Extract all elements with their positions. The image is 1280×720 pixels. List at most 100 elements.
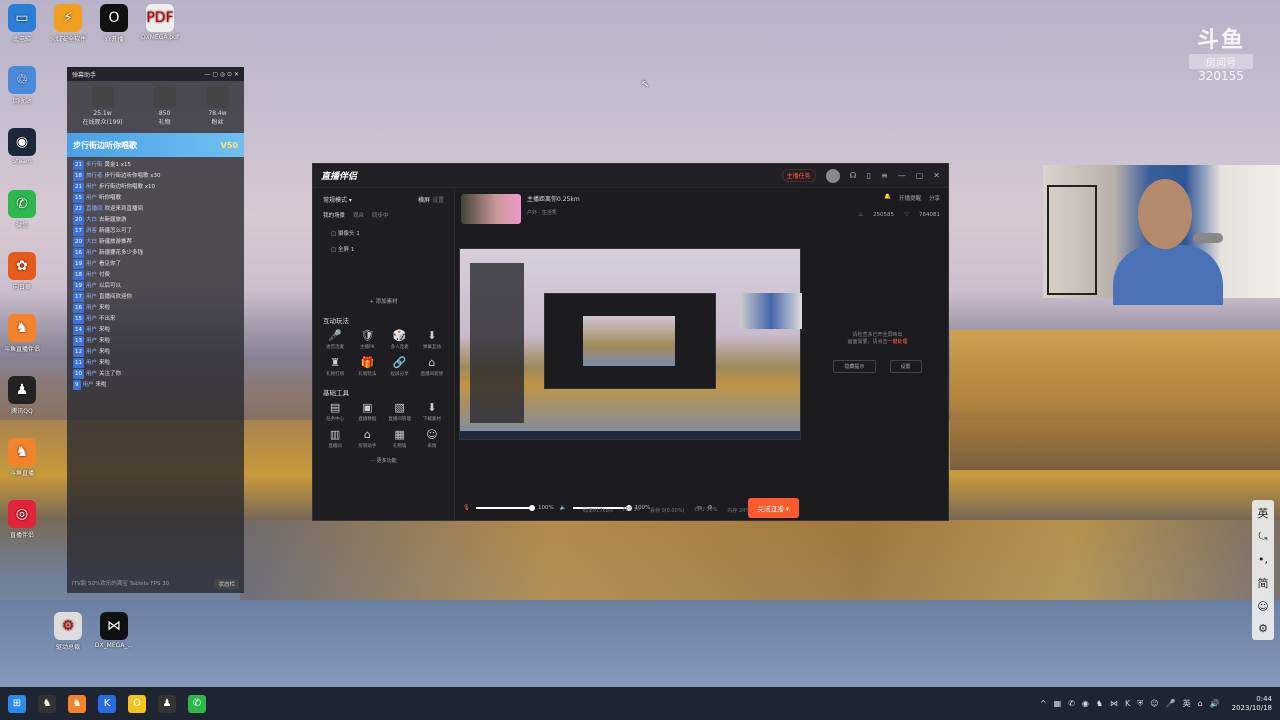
chat-username[interactable]: 直播间	[86, 206, 103, 212]
chat-message[interactable]: 19 用户 以后可以	[67, 280, 244, 291]
tool-button[interactable]: ☺ 表情	[416, 428, 448, 449]
chat-username[interactable]: 用户	[86, 305, 97, 311]
tray-icon[interactable]: ⋈	[1110, 699, 1118, 708]
chat-username[interactable]: 用户	[86, 338, 97, 344]
chat-message[interactable]: 11 用户 来啦	[67, 357, 244, 368]
chat-window-controls[interactable]: — ▢ ◎ ⊙ ✕	[204, 71, 239, 78]
scene-item[interactable]: ▢ 摄像头 1	[313, 225, 454, 241]
desktop-icon[interactable]: ♞ 斗鱼直播	[0, 438, 44, 477]
chat-message-list[interactable]: 21 步行街 黄金1 x15 18 旅行者 步行街边听你唱歌 x30 21 用户 步行街边听你唱…	[67, 159, 244, 390]
danmaku-chat-panel[interactable]: 弹幕助手 — ▢ ◎ ⊙ ✕ 25.1w 在线观众(199) 850 礼物 78.4w 粉…	[67, 67, 244, 593]
tool-button[interactable]: ▦ 礼物墙	[384, 428, 416, 449]
chat-username[interactable]: 用户	[86, 184, 97, 190]
tray-icon[interactable]: 英	[1183, 698, 1191, 709]
chat-message[interactable]: 16 用户 来啦	[67, 302, 244, 313]
chat-message[interactable]: 18 用户 付费	[67, 269, 244, 280]
app-titlebar[interactable]: 直播伴侣 主播任务 ☊ ▯ ≡ — ▢ ✕	[313, 164, 948, 188]
tool-button[interactable]: 🔗 投屏分享	[384, 356, 416, 377]
tool-button[interactable]: 🎤 语音连麦	[319, 329, 351, 350]
chat-username[interactable]: 用户	[86, 360, 97, 366]
tool-button[interactable]: ▤ 任务中心	[319, 401, 351, 422]
tray-icon[interactable]: ♞	[1096, 699, 1103, 708]
chat-message[interactable]: 19 用户 看见你了	[67, 258, 244, 269]
headset-icon[interactable]: ☊	[850, 171, 857, 180]
tool-button[interactable]: ▥ 直播间	[319, 428, 351, 449]
chat-username[interactable]: 用户	[86, 250, 97, 256]
tray-icon[interactable]: 🔊	[1210, 699, 1220, 708]
chat-message[interactable]: 21 步行街 黄金1 x15	[67, 159, 244, 170]
minimize-icon[interactable]: —	[898, 171, 906, 180]
speaker-icon[interactable]: 🔈	[560, 505, 567, 511]
chat-message[interactable]: 17 用户 直播间欢迎你	[67, 291, 244, 302]
chat-username[interactable]: 用户	[86, 283, 97, 289]
chat-username[interactable]: 旅行者	[86, 173, 103, 179]
chat-username[interactable]: 用户	[86, 195, 97, 201]
tray-icon[interactable]: ⌂	[1198, 699, 1203, 708]
notification-icon[interactable]: ▯	[867, 171, 871, 180]
taskbar-app-icon[interactable]: ♞	[38, 694, 56, 713]
chat-message[interactable]: 17 游客 新疆怎么可了	[67, 225, 244, 236]
desktop-icon[interactable]: ✆ 微信	[0, 190, 44, 229]
chat-message[interactable]: 16 用户 新疆要花多少多钱	[67, 247, 244, 258]
chat-username[interactable]: 用户	[86, 261, 97, 267]
tool-button[interactable]: 🎲 多人连麦	[384, 329, 416, 350]
ime-button[interactable]: •,	[1258, 553, 1268, 566]
tool-button[interactable]: ▣ 直播数据	[351, 401, 383, 422]
chat-message[interactable]: 20 大白 去新疆旅游	[67, 214, 244, 225]
tray-icon[interactable]: ▦	[1054, 699, 1062, 708]
ime-button[interactable]: ⤿	[1258, 530, 1267, 544]
taskbar-app-icon[interactable]: ♟	[158, 694, 176, 713]
tray-icon[interactable]: ◉	[1082, 699, 1089, 708]
chat-message[interactable]: 21 用户 步行街边听你唱歌 x10	[67, 181, 244, 192]
tool-button[interactable]: 🛡 主播PK	[351, 329, 383, 350]
hint-link[interactable]: 一键处理	[888, 339, 908, 345]
taskbar-app-icon[interactable]: O	[128, 694, 146, 713]
chat-titlebar[interactable]: 弹幕助手 — ▢ ◎ ⊙ ✕	[67, 67, 244, 81]
taskbar-app-icon[interactable]: K	[98, 694, 116, 713]
tool-button[interactable]: ⌂ 直播间装修	[416, 356, 448, 377]
chat-username[interactable]: 用户	[86, 349, 97, 355]
desktop-icon[interactable]: ◉ Steam	[0, 128, 44, 165]
chat-message[interactable]: 22 直播间 欢迎来到直播间	[67, 203, 244, 214]
desktop-icon[interactable]: ◎ 直播伴侣	[0, 500, 44, 539]
bell-icon[interactable]: 🔔	[884, 194, 891, 202]
stream-preview[interactable]	[459, 248, 802, 440]
maximize-icon[interactable]: ▢	[916, 171, 924, 180]
live-companion-window[interactable]: 直播伴侣 主播任务 ☊ ▯ ≡ — ▢ ✕ 常规模式 ▾ 横屏 设置 我的场景观…	[312, 163, 949, 521]
chat-message[interactable]: 15 用户 听你唱歌	[67, 192, 244, 203]
streamer-task-button[interactable]: 主播任务	[781, 169, 816, 182]
add-source-button[interactable]: + 添加素材	[313, 297, 454, 305]
desktop-icon[interactable]: ⋈ DX_MEGA_...	[92, 612, 136, 649]
menu-icon[interactable]: ≡	[881, 171, 888, 180]
chat-username[interactable]: 大白	[86, 239, 97, 245]
chat-username[interactable]: 用户	[83, 382, 94, 388]
desktop-icon[interactable]: PDF DXMEGA.pdf	[138, 4, 182, 41]
chat-username[interactable]: 用户	[86, 294, 97, 300]
close-icon[interactable]: ✕	[933, 171, 940, 180]
desktop-icon[interactable]: O YY开播	[92, 4, 136, 43]
mode-settings[interactable]: 设置	[432, 197, 444, 204]
hide-hint-button[interactable]: 隐藏提示	[833, 360, 876, 373]
ime-toolbar[interactable]: 英 ⤿ •, 简 ☺ ⚙	[1252, 500, 1274, 640]
ime-button[interactable]: ☺	[1257, 600, 1268, 613]
desktop-icon[interactable]: ▭ 此电脑	[0, 4, 44, 43]
chat-message[interactable]: 14 用户 来啦	[67, 324, 244, 335]
tool-button[interactable]: ⬇ 下载素材	[416, 401, 448, 422]
desktop-icon[interactable]: ♟ 腾讯QQ	[0, 376, 44, 415]
ime-button[interactable]: 简	[1258, 575, 1269, 591]
desktop-icon[interactable]: ⚙ 驱动总裁	[46, 612, 90, 651]
taskbar-app-icon[interactable]: ♞	[68, 694, 86, 713]
desktop-icon[interactable]: ✿ 向日葵	[0, 252, 44, 291]
tray-icon[interactable]: ^	[1040, 699, 1047, 708]
streamer-thumbnail[interactable]	[461, 194, 521, 224]
live-reminder-button[interactable]: 开播提醒	[899, 194, 921, 202]
tool-button[interactable]: ⬇ 弹幕互动	[416, 329, 448, 350]
chat-username[interactable]: 用户	[86, 316, 97, 322]
chat-status-button[interactable]: 状态栏	[214, 579, 239, 589]
desktop-icon[interactable]: ♲ 回收站	[0, 66, 44, 105]
tool-button[interactable]: ▧ 直播间管理	[384, 401, 416, 422]
desktop-icon[interactable]: ⚡ 火绒安全软件	[46, 4, 90, 43]
tool-button[interactable]: 🎁 礼物玩法	[351, 356, 383, 377]
mic-volume-slider[interactable]	[475, 505, 535, 511]
share-button[interactable]: 分享	[929, 194, 940, 202]
